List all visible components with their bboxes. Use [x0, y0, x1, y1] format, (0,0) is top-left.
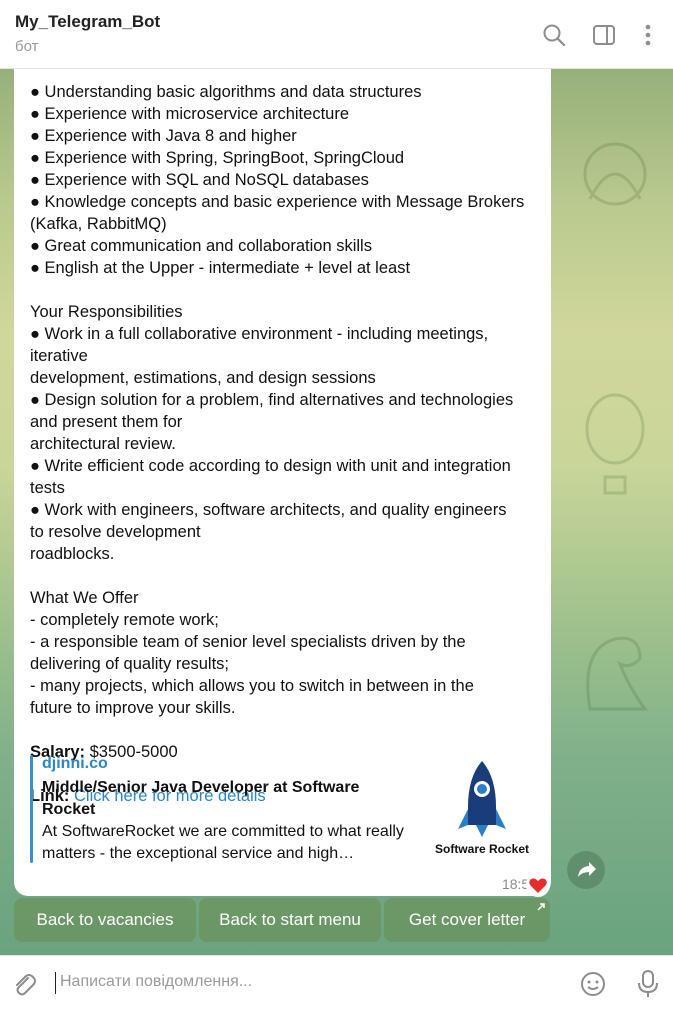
- message-line: - many projects, which allows you to swi…: [30, 677, 474, 695]
- kb-get-cover-letter-label: Get cover letter: [408, 910, 526, 929]
- message-line: iterative: [30, 347, 88, 365]
- search-icon[interactable]: [541, 22, 567, 48]
- forward-arrow-icon: [578, 862, 596, 877]
- message-line: development, estimations, and design ses…: [30, 369, 376, 387]
- message-line: ● Write efficient code according to desi…: [30, 457, 511, 475]
- more-vert-icon[interactable]: [635, 22, 661, 48]
- chat-area[interactable]: ● Understanding basic algorithms and dat…: [0, 69, 673, 955]
- doodle-pattern-icon: [583, 142, 647, 206]
- preview-title: Middle/Senior Java Developer at Software…: [42, 779, 360, 818]
- message-line: [30, 565, 540, 587]
- dino-doodle-icon: [586, 636, 648, 711]
- message-bubble[interactable]: ● Understanding basic algorithms and dat…: [14, 69, 551, 896]
- attach-icon[interactable]: [10, 970, 38, 998]
- message-text: ● Understanding basic algorithms and dat…: [30, 69, 540, 829]
- message-line: to resolve development: [30, 523, 201, 541]
- message-line: delivering of quality results;: [30, 655, 230, 673]
- chat-title[interactable]: My_Telegram_Bot: [15, 12, 160, 32]
- message-line: ● Understanding basic algorithms and dat…: [30, 83, 422, 101]
- kb-get-cover-letter[interactable]: Get cover letter: [384, 898, 550, 942]
- external-arrow-icon: [537, 903, 545, 911]
- kb-back-to-vacancies[interactable]: Back to vacancies: [14, 898, 196, 942]
- message-line: ● Experience with Spring, SpringBoot, Sp…: [30, 149, 405, 167]
- preview-thumbnail[interactable]: Software Rocket: [430, 759, 534, 856]
- message-line: ● Experience with microservice architect…: [30, 105, 349, 123]
- preview-accent-bar: [30, 755, 33, 863]
- sidebar-toggle-icon[interactable]: [591, 22, 617, 48]
- reaction-badge[interactable]: [526, 873, 550, 897]
- message-line: ● Experience with Java 8 and higher: [30, 127, 297, 145]
- kb-back-to-start-menu[interactable]: Back to start menu: [199, 898, 381, 942]
- message-line: architectural review.: [30, 435, 176, 453]
- message-line: ● Knowledge concepts and basic experienc…: [30, 193, 525, 211]
- message-line: [30, 279, 540, 301]
- message-line: Your Responsibilities: [30, 303, 183, 321]
- message-line: and present them for: [30, 413, 183, 431]
- share-button[interactable]: [567, 851, 605, 889]
- message-line: ● Experience with SQL and NoSQL database…: [30, 171, 369, 189]
- message-line: What We Offer: [30, 589, 139, 607]
- message-line: ● Design solution for a problem, find al…: [30, 391, 514, 409]
- microphone-icon[interactable]: [634, 968, 662, 1000]
- link-preview[interactable]: djinni.co Middle/Senior Java Developer a…: [30, 755, 540, 863]
- message-line: ● Great communication and collaboration …: [30, 237, 372, 255]
- preview-description: At SoftwareRocket we are committed to wh…: [42, 823, 404, 862]
- message-line: roadblocks.: [30, 545, 115, 563]
- message-line: ● English at the Upper - intermediate + …: [30, 259, 411, 277]
- message-line: - a responsible team of senior level spe…: [30, 633, 466, 651]
- message-input-bar: Написати повідомлення...: [0, 955, 673, 1010]
- text-caret: [55, 972, 56, 994]
- chat-subtitle: бот: [15, 38, 39, 55]
- emoji-icon[interactable]: [579, 970, 607, 998]
- message-line: ● Work with engineers, software architec…: [30, 501, 507, 519]
- preview-site[interactable]: djinni.co: [42, 755, 108, 773]
- heart-icon: [529, 878, 547, 893]
- message-line: tests: [30, 479, 65, 497]
- message-line: ● Work in a full collaborative environme…: [30, 325, 489, 343]
- balloon-doodle-icon: [585, 393, 645, 495]
- chat-header: My_Telegram_Bot бот: [0, 0, 673, 69]
- message-line: future to improve your skills.: [30, 699, 236, 717]
- thumb-caption: Software Rocket: [435, 842, 529, 855]
- message-line: (Kafka, RabbitMQ): [30, 215, 167, 233]
- message-line: - completely remote work;: [30, 611, 219, 629]
- message-input[interactable]: Написати повідомлення...: [60, 973, 252, 991]
- rocket-logo-icon: Software Rocket: [435, 761, 529, 856]
